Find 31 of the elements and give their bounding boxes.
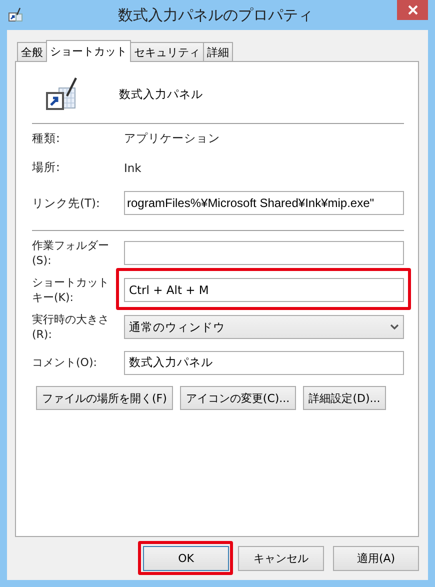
shortcut-name: 数式入力パネル: [119, 86, 203, 102]
target-field[interactable]: rogramFiles%¥Microsoft Shared¥Ink¥mip.exe": [124, 191, 404, 215]
dialog-button[interactable]: キャンセル: [238, 546, 324, 571]
tab[interactable]: ショートカット: [46, 40, 131, 62]
dialog-button[interactable]: 適用(A): [333, 546, 419, 571]
tab[interactable]: 全般: [17, 42, 47, 61]
tab[interactable]: セキュリティ: [130, 42, 204, 61]
field-label: リンク先(T):: [32, 196, 101, 210]
close-icon: [408, 5, 418, 15]
dialog-button[interactable]: OK: [143, 546, 229, 571]
field-label: 作業フォルダー(S):: [32, 238, 110, 268]
field-label: コメント(O):: [32, 355, 98, 370]
input-field[interactable]: 数式入力パネル: [124, 350, 404, 374]
tab[interactable]: 詳細: [203, 42, 233, 61]
property-label: 場所:: [32, 160, 61, 175]
action-button[interactable]: 詳細設定(D)...: [302, 386, 386, 410]
input-field[interactable]: Ctrl + Alt + M: [124, 278, 404, 302]
field-label: ショートカットキー(K):: [32, 275, 110, 305]
field-label: 実行時の大きさ(R):: [32, 312, 110, 342]
property-label: 種類:: [32, 131, 61, 146]
dropdown[interactable]: 通常のウィンドウ: [124, 315, 404, 339]
property-value: アプリケーション: [124, 131, 220, 146]
chevron-down-icon: [390, 324, 399, 330]
action-button[interactable]: ファイルの場所を開く(F): [36, 386, 173, 410]
input-field[interactable]: [124, 241, 404, 265]
window-title: 数式入力パネルのプロパティ: [117, 6, 314, 25]
shortcut-app-icon: [8, 7, 24, 23]
action-button[interactable]: アイコンの変更(C)...: [180, 386, 296, 410]
property-value: Ink: [124, 160, 142, 174]
pen-tablet-icon: [45, 76, 79, 112]
close-button[interactable]: [397, 0, 428, 20]
